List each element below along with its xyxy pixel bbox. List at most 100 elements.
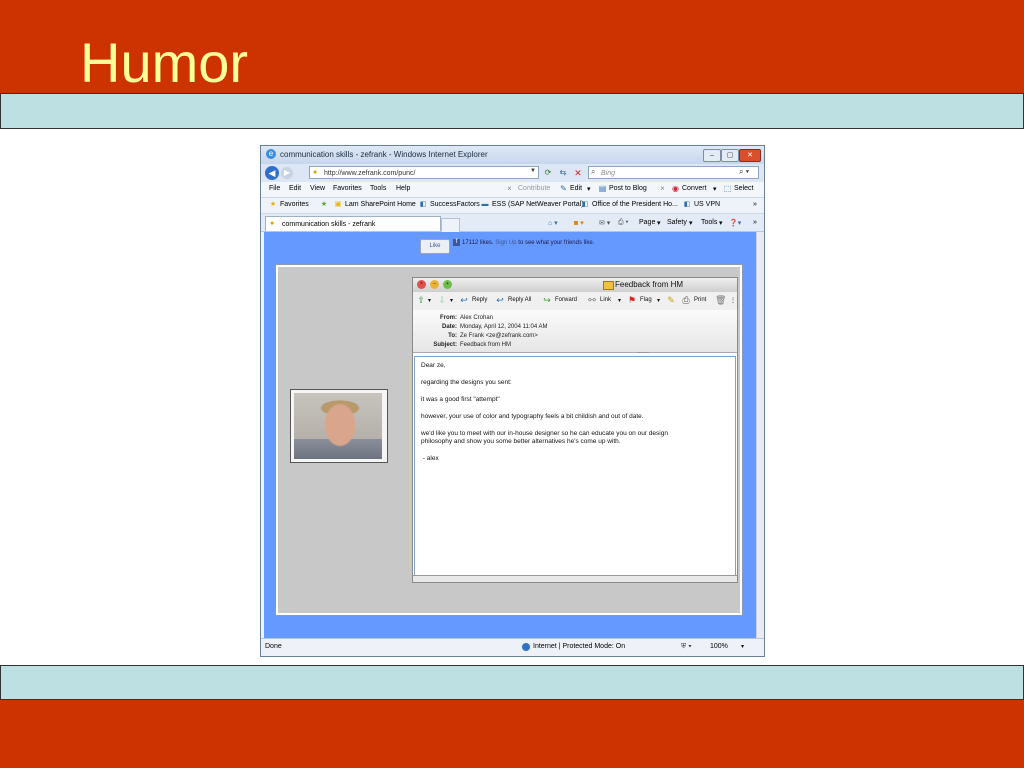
- refresh-button[interactable]: ⟳: [542, 167, 554, 179]
- browser-screenshot: e communication skills - zefrank - Windo…: [260, 145, 765, 657]
- mail-icon[interactable]: ✉ ▾: [599, 219, 610, 227]
- menu-bar: File Edit View Favorites Tools Help × Co…: [261, 182, 764, 198]
- print-icon[interactable]: ⎙ ▾: [618, 219, 629, 227]
- stop-button[interactable]: ✕: [572, 167, 584, 179]
- date-label: Date:: [441, 324, 457, 330]
- add-favorite-icon[interactable]: ★: [320, 201, 328, 209]
- favorite-link-2[interactable]: SuccessFactors: [430, 201, 480, 208]
- flag-dropdown-icon[interactable]: ▾: [657, 297, 660, 304]
- menu-tools[interactable]: Tools: [370, 185, 386, 192]
- compatibility-icon[interactable]: ⇆: [557, 167, 569, 179]
- maximize-button[interactable]: ▢: [721, 149, 739, 162]
- reply-all-button[interactable]: Reply All: [508, 297, 531, 303]
- previous-dropdown-icon[interactable]: ▾: [428, 297, 431, 304]
- blog-icon: ▤: [598, 184, 607, 193]
- page-dropdown-icon[interactable]: ▾: [657, 219, 661, 227]
- new-tab-button[interactable]: [441, 218, 460, 233]
- menu-edit[interactable]: Edit: [289, 185, 301, 192]
- menu-favorites[interactable]: Favorites: [333, 185, 362, 192]
- from-label: From:: [440, 315, 457, 321]
- search-icon[interactable]: ⌕ ▾: [739, 167, 749, 177]
- menu-view[interactable]: View: [310, 185, 325, 192]
- page-favicon-icon: ●: [313, 169, 318, 176]
- embedded-video-frame: × – + Feedback from HM ⇧ ▾ ⇩ ▾ ↩ Reply ↩…: [275, 264, 743, 616]
- subject-value: Feedback from HM: [460, 342, 512, 348]
- mail-toolbar: ⇧ ▾ ⇩ ▾ ↩ Reply ↩ Reply All ↪ Forward ⚯ …: [413, 292, 737, 311]
- home-icon[interactable]: ⌂ ▾: [548, 219, 558, 227]
- forward-button-mail[interactable]: Forward: [555, 297, 577, 303]
- menu-file[interactable]: File: [269, 185, 280, 192]
- webcam-video[interactable]: [290, 389, 388, 463]
- reply-button[interactable]: Reply: [472, 297, 487, 303]
- to-value: Ze Frank <ze@zefrank.com>: [460, 333, 538, 339]
- like-button[interactable]: Like: [420, 239, 450, 254]
- next-dropdown-icon[interactable]: ▾: [450, 297, 453, 304]
- convert-button[interactable]: Convert: [682, 185, 707, 192]
- tools-menu[interactable]: Tools: [701, 219, 717, 226]
- toolbar-overflow-icon[interactable]: ⋮: [730, 297, 736, 304]
- slide-bottom-bar: [0, 700, 1024, 768]
- page-icon-3: ◧: [683, 201, 691, 208]
- favorite-link-1[interactable]: Lam SharePoint Home: [345, 201, 416, 208]
- close-button[interactable]: ✕: [739, 149, 761, 162]
- category-icon[interactable]: ✎: [666, 295, 676, 305]
- favorites-button[interactable]: Favorites: [280, 201, 309, 208]
- to-label: To:: [448, 333, 457, 339]
- presenter-photo: [294, 393, 382, 459]
- print-button[interactable]: Print: [694, 297, 706, 303]
- address-bar[interactable]: http://www.zefrank.com/punc/: [309, 166, 539, 179]
- help-icon[interactable]: ❓▾: [729, 219, 741, 227]
- reply-icon: ↩: [460, 295, 468, 305]
- tools-dropdown-icon[interactable]: ▾: [719, 219, 723, 227]
- edit-button[interactable]: Edit: [570, 185, 582, 192]
- contribute-button[interactable]: Contribute: [518, 185, 550, 192]
- feeds-icon[interactable]: ◙ ▾: [574, 219, 584, 227]
- like-tail-text: to see what your friends like.: [518, 240, 595, 246]
- body-line: - alex: [421, 455, 439, 462]
- command-overflow-icon[interactable]: »: [753, 219, 757, 226]
- close-x-icon[interactable]: ×: [505, 184, 514, 193]
- mail-zoom-button[interactable]: +: [443, 280, 452, 289]
- convert-dropdown-icon[interactable]: ▾: [713, 185, 717, 193]
- forward-button[interactable]: ▶: [281, 167, 293, 179]
- page-scrollbar[interactable]: [756, 232, 764, 640]
- body-line: philosophy and show you some better alte…: [421, 438, 621, 445]
- previous-message-icon[interactable]: ⇧: [416, 295, 426, 305]
- slide-bottom-band: [0, 665, 1024, 700]
- next-message-icon[interactable]: ⇩: [437, 295, 447, 305]
- date-value: Monday, April 12, 2004 11:04 AM: [460, 324, 548, 330]
- favorite-link-5[interactable]: US VPN: [694, 201, 720, 208]
- search-input[interactable]: Bing: [588, 166, 759, 179]
- browser-titlebar: e communication skills - zefrank - Windo…: [261, 146, 764, 164]
- safety-dropdown-icon[interactable]: ▾: [689, 219, 693, 227]
- zoom-dropdown-icon[interactable]: ▾: [741, 643, 744, 650]
- menu-help[interactable]: Help: [396, 185, 410, 192]
- link-button[interactable]: Link: [600, 297, 611, 303]
- zoom-level[interactable]: 100%: [710, 643, 728, 650]
- protected-mode-icon[interactable]: ⛨ ▾: [681, 643, 692, 651]
- edit-dropdown-icon[interactable]: ▾: [587, 185, 591, 193]
- trash-icon[interactable]: 🗑: [715, 295, 726, 305]
- mail-window-title: Feedback from HM: [615, 280, 684, 289]
- select-button[interactable]: Select: [734, 185, 753, 192]
- safety-menu[interactable]: Safety: [667, 219, 687, 226]
- favorite-link-4[interactable]: Office of the President Ho...: [592, 201, 678, 208]
- sign-up-link[interactable]: Sign Up: [495, 240, 516, 246]
- forward-icon: ↪: [543, 295, 551, 305]
- mail-close-button[interactable]: ×: [417, 280, 426, 289]
- active-tab[interactable]: communication skills - zefrank: [265, 216, 441, 231]
- favorite-link-3[interactable]: ESS (SAP NetWeaver Portal): [492, 201, 584, 208]
- like-social-text: 17112 likes. Sign Up to see what your fr…: [462, 239, 602, 247]
- post-to-blog-button[interactable]: Post to Blog: [609, 185, 647, 192]
- link-dropdown-icon[interactable]: ▾: [618, 297, 621, 304]
- page-menu[interactable]: Page: [639, 219, 655, 226]
- mail-minimize-button[interactable]: –: [430, 280, 439, 289]
- address-dropdown-icon[interactable]: ▼: [530, 168, 536, 174]
- close-x-icon-2[interactable]: ×: [658, 184, 667, 193]
- back-button[interactable]: ◀: [265, 166, 279, 180]
- favorites-overflow-icon[interactable]: »: [753, 201, 757, 208]
- sharepoint-icon: ▣: [334, 201, 342, 208]
- minimize-button[interactable]: –: [703, 149, 721, 162]
- status-text: Done: [265, 643, 282, 650]
- flag-button[interactable]: Flag: [640, 297, 652, 303]
